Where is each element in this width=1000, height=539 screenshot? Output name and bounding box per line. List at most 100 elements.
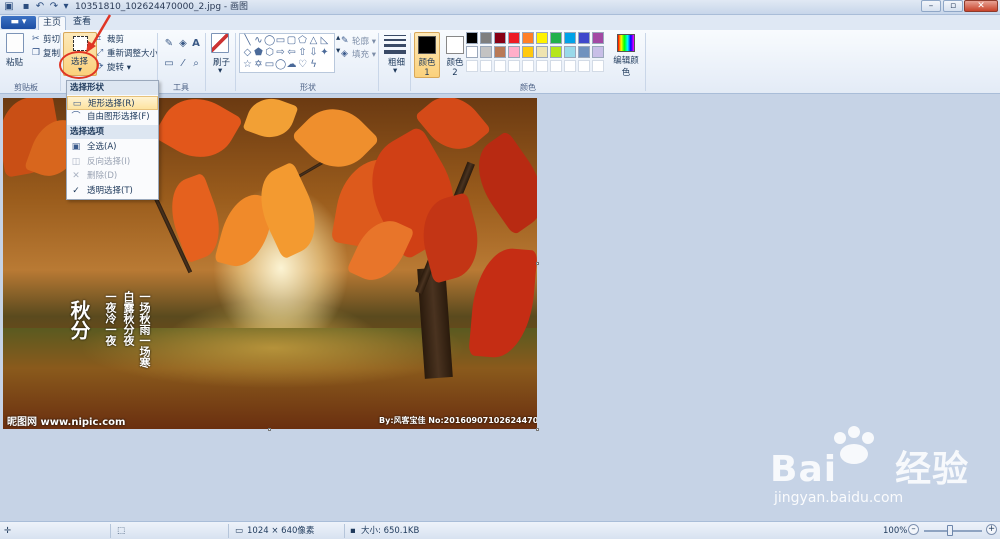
- palette-color-swatch[interactable]: [494, 60, 506, 72]
- edit-colors-button[interactable]: 编辑颜色: [611, 32, 641, 78]
- palette-color-swatch[interactable]: [522, 32, 534, 44]
- transparent-selection-item[interactable]: ✓ 透明选择(T): [67, 184, 158, 198]
- palette-color-swatch[interactable]: [508, 32, 520, 44]
- palette-color-swatch[interactable]: [466, 60, 478, 72]
- palette-color-swatch[interactable]: [536, 32, 548, 44]
- zoom-slider-thumb[interactable]: [947, 525, 953, 536]
- shapes-scroll-up[interactable]: ▴: [336, 33, 340, 43]
- palette-color-swatch[interactable]: [550, 46, 562, 58]
- palette-color-swatch[interactable]: [536, 60, 548, 72]
- palette-color-swatch[interactable]: [592, 60, 604, 72]
- lightning-shape-icon[interactable]: ϟ: [308, 59, 319, 70]
- down-arrow-shape-icon[interactable]: ⇩: [308, 47, 319, 58]
- left-arrow-shape-icon[interactable]: ⇦: [286, 47, 297, 58]
- cloud-callout-shape-icon[interactable]: ☁: [286, 59, 297, 70]
- palette-color-swatch[interactable]: [578, 32, 590, 44]
- pencil-icon[interactable]: ✎: [163, 38, 175, 50]
- customize-qa-icon[interactable]: ▾: [60, 1, 72, 13]
- palette-color-swatch[interactable]: [592, 32, 604, 44]
- palette-color-swatch[interactable]: [564, 32, 576, 44]
- palette-color-swatch[interactable]: [564, 60, 576, 72]
- divider: [235, 33, 236, 91]
- redo-icon[interactable]: ↷: [48, 1, 60, 13]
- hexagon-shape-icon[interactable]: ⬡: [264, 47, 275, 58]
- brush-icon[interactable]: [211, 33, 229, 53]
- delete-item[interactable]: ✕ 删除(D): [67, 169, 158, 183]
- right-arrow-shape-icon[interactable]: ⇨: [275, 47, 286, 58]
- oval-shape-icon[interactable]: ◯: [264, 35, 275, 46]
- paste-icon[interactable]: [6, 33, 24, 53]
- magnifier-icon[interactable]: ⌕: [190, 58, 202, 70]
- color1-button[interactable]: 颜色 1: [414, 32, 440, 78]
- close-button[interactable]: ✕: [964, 0, 998, 12]
- fill-bucket-icon[interactable]: ◈: [177, 38, 189, 50]
- palette-color-swatch[interactable]: [550, 32, 562, 44]
- zoom-slider-track[interactable]: [924, 530, 982, 532]
- outline-button[interactable]: ✎ 轮廓 ▾: [341, 35, 376, 48]
- cut-button[interactable]: ✂ 剪切: [32, 33, 60, 46]
- size-icon[interactable]: [384, 35, 406, 55]
- invert-selection-item[interactable]: ◫ 反向选择(I): [67, 155, 158, 169]
- palette-color-swatch[interactable]: [592, 46, 604, 58]
- palette-color-swatch[interactable]: [466, 46, 478, 58]
- rounded-rect-shape-icon[interactable]: ▢: [286, 35, 297, 46]
- colors-group-label: 颜色: [520, 83, 536, 92]
- rounded-callout-shape-icon[interactable]: ▭: [264, 59, 275, 70]
- palette-color-swatch[interactable]: [480, 32, 492, 44]
- up-arrow-shape-icon[interactable]: ⇧: [297, 47, 308, 58]
- palette-color-swatch[interactable]: [480, 60, 492, 72]
- app-icon[interactable]: ▣: [3, 1, 15, 13]
- rotate-button[interactable]: ⟳ 旋转 ▾: [96, 61, 131, 74]
- five-point-star-shape-icon[interactable]: ☆: [242, 59, 253, 70]
- heart-shape-icon[interactable]: ♡: [297, 59, 308, 70]
- palette-color-swatch[interactable]: [508, 60, 520, 72]
- rectangle-shape-icon[interactable]: ▭: [275, 35, 286, 46]
- paint-menu-button[interactable]: ▬ ▾: [1, 16, 36, 29]
- size-dropdown-icon[interactable]: ▾: [393, 66, 397, 76]
- resize-handle-corner[interactable]: [536, 428, 539, 431]
- right-triangle-shape-icon[interactable]: ◺: [319, 35, 330, 46]
- freeform-selection-item[interactable]: ⌒ 自由图形选择(F): [67, 110, 158, 124]
- copy-button[interactable]: ❐ 复制: [32, 47, 60, 60]
- palette-color-swatch[interactable]: [494, 32, 506, 44]
- undo-icon[interactable]: ↶: [34, 1, 46, 13]
- palette-color-swatch[interactable]: [508, 46, 520, 58]
- palette-color-swatch[interactable]: [564, 46, 576, 58]
- polygon-shape-icon[interactable]: ⬠: [297, 35, 308, 46]
- triangle-shape-icon[interactable]: △: [308, 35, 319, 46]
- palette-color-swatch[interactable]: [480, 46, 492, 58]
- color-picker-icon[interactable]: ⁄: [177, 58, 189, 70]
- oval-callout-shape-icon[interactable]: ◯: [275, 59, 286, 70]
- save-icon[interactable]: ▪: [20, 1, 32, 13]
- four-point-star-shape-icon[interactable]: ✦: [319, 47, 330, 58]
- rectangular-selection-item[interactable]: ▭ 矩形选择(R): [67, 96, 158, 110]
- brush-dropdown-icon[interactable]: ▾: [218, 66, 222, 76]
- palette-color-swatch[interactable]: [466, 32, 478, 44]
- palette-color-swatch[interactable]: [578, 46, 590, 58]
- text-tool-icon[interactable]: A: [190, 38, 202, 50]
- resize-handle-bottom[interactable]: [268, 428, 271, 431]
- palette-color-swatch[interactable]: [522, 46, 534, 58]
- zoom-in-button[interactable]: +: [986, 524, 997, 535]
- palette-color-swatch[interactable]: [522, 60, 534, 72]
- shapes-scroll-down[interactable]: ▾: [336, 46, 340, 56]
- six-point-star-shape-icon[interactable]: ✡: [253, 59, 264, 70]
- palette-color-swatch[interactable]: [578, 60, 590, 72]
- select-all-item[interactable]: ▣ 全选(A): [67, 140, 158, 154]
- line-shape-icon[interactable]: ╲: [242, 35, 253, 46]
- tab-home[interactable]: 主页: [38, 16, 66, 30]
- color2-button[interactable]: 颜色 2: [442, 32, 468, 78]
- pentagon-shape-icon[interactable]: ⬟: [253, 47, 264, 58]
- resize-handle-right[interactable]: [536, 262, 539, 265]
- palette-color-swatch[interactable]: [494, 46, 506, 58]
- fill-button[interactable]: ◈ 填充 ▾: [341, 48, 376, 61]
- paste-button[interactable]: 粘贴: [6, 56, 23, 68]
- zoom-out-button[interactable]: –: [908, 524, 919, 535]
- minimize-button[interactable]: –: [921, 0, 941, 12]
- eraser-icon[interactable]: ▭: [163, 58, 175, 70]
- diamond-shape-icon[interactable]: ◇: [242, 47, 253, 58]
- curve-shape-icon[interactable]: ∿: [253, 35, 264, 46]
- maximize-button[interactable]: ▫: [943, 0, 963, 12]
- palette-color-swatch[interactable]: [536, 46, 548, 58]
- palette-color-swatch[interactable]: [550, 60, 562, 72]
